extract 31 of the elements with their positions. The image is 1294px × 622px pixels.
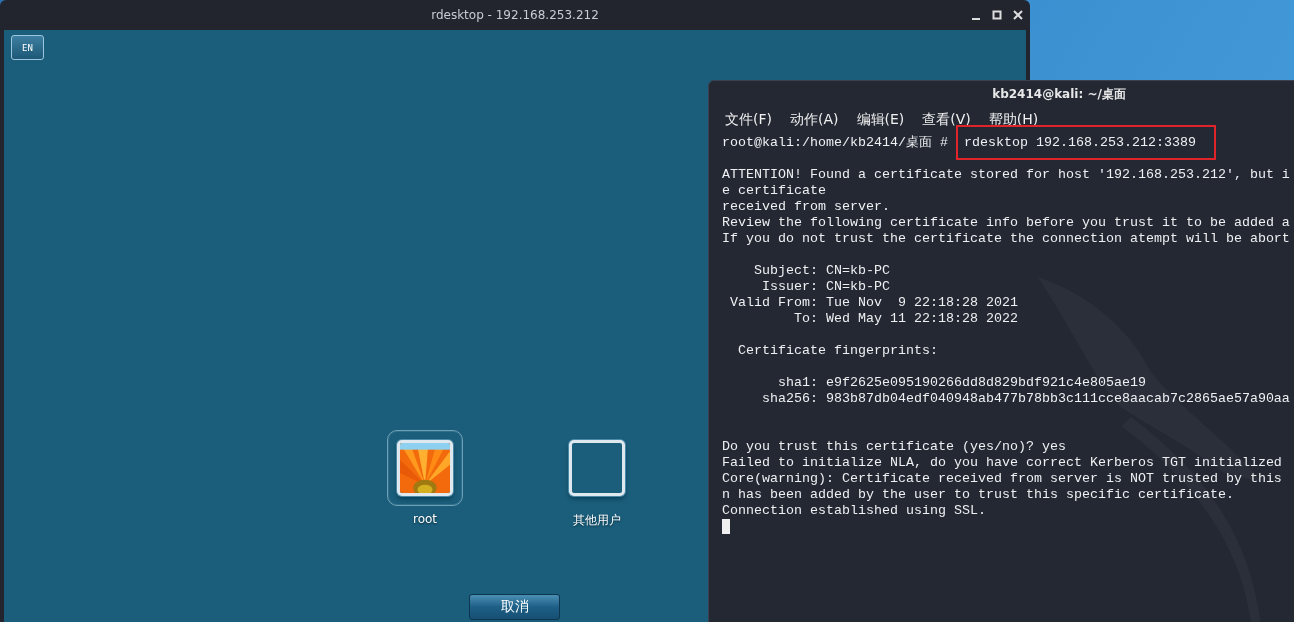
close-icon[interactable] — [1012, 9, 1024, 21]
terminal-line: Issuer: CN=kb-PC — [761, 279, 890, 294]
menu-item[interactable]: 编辑(E) — [856, 111, 905, 135]
avatar-frame — [569, 440, 625, 496]
terminal-line: If you do not trust the certificate the connection atempt will be abort — [722, 231, 1290, 246]
terminal-line: Review the following certificate info before you trust it to be added a — [722, 215, 1290, 230]
cancel-button[interactable]: 取消 — [469, 594, 560, 620]
window-title: rdesktop - 192.168.253.212 — [431, 8, 599, 22]
terminal-line: received from server. — [722, 199, 890, 214]
menu-item[interactable]: 文件(F) — [725, 111, 772, 135]
terminal-line: To: Wed May 11 22:18:28 2022 — [792, 311, 1018, 326]
terminal-line: Connection established using SSL. — [722, 503, 986, 518]
terminal-line: sha1: e9f2625e095190266dd8d829bdf921c4e805ae19 — [777, 375, 1146, 390]
terminal-prompt: root@kali:/home/kb2414/桌面 # — [722, 135, 948, 150]
terminal-line: ATTENTION! Found a certificate stored for host '192.168.253.212', but i — [722, 167, 1290, 182]
terminal-line: Valid From: Tue Nov 9 22:18:28 2021 — [729, 295, 1018, 310]
terminal-line: sha256: 983b87db04edf040948ab477b78bb3c111cce8aacab7c2865ae57a90aa — [761, 391, 1290, 406]
language-button[interactable]: EN — [11, 35, 44, 60]
terminal-line: Core(warning): Certificate received from server is NOT trusted by this — [722, 471, 1282, 486]
terminal-line: n has been added by the user to trust this specific certificate. — [722, 487, 1234, 502]
window-title: kb2414@kali: ~/桌面 — [991, 86, 1127, 103]
user-tile[interactable]: 其他用户 — [558, 430, 636, 529]
user-name: 其他用户 — [573, 512, 621, 529]
terminal-line: Certificate fingerprints: — [737, 343, 938, 358]
maximize-icon[interactable] — [991, 9, 1003, 21]
user-name: root — [412, 512, 438, 526]
terminal-line: Failed to initialize NLA, do you have correct Kerberos TGT initialized — [722, 455, 1282, 470]
terminal-line: Do you trust this certificate (yes/no)? yes — [722, 439, 1066, 454]
menu-item[interactable]: 动作(A) — [790, 111, 839, 135]
terminal-line: e certificate — [722, 183, 826, 198]
terminal-line: Subject: CN=kb-PC — [753, 263, 890, 278]
